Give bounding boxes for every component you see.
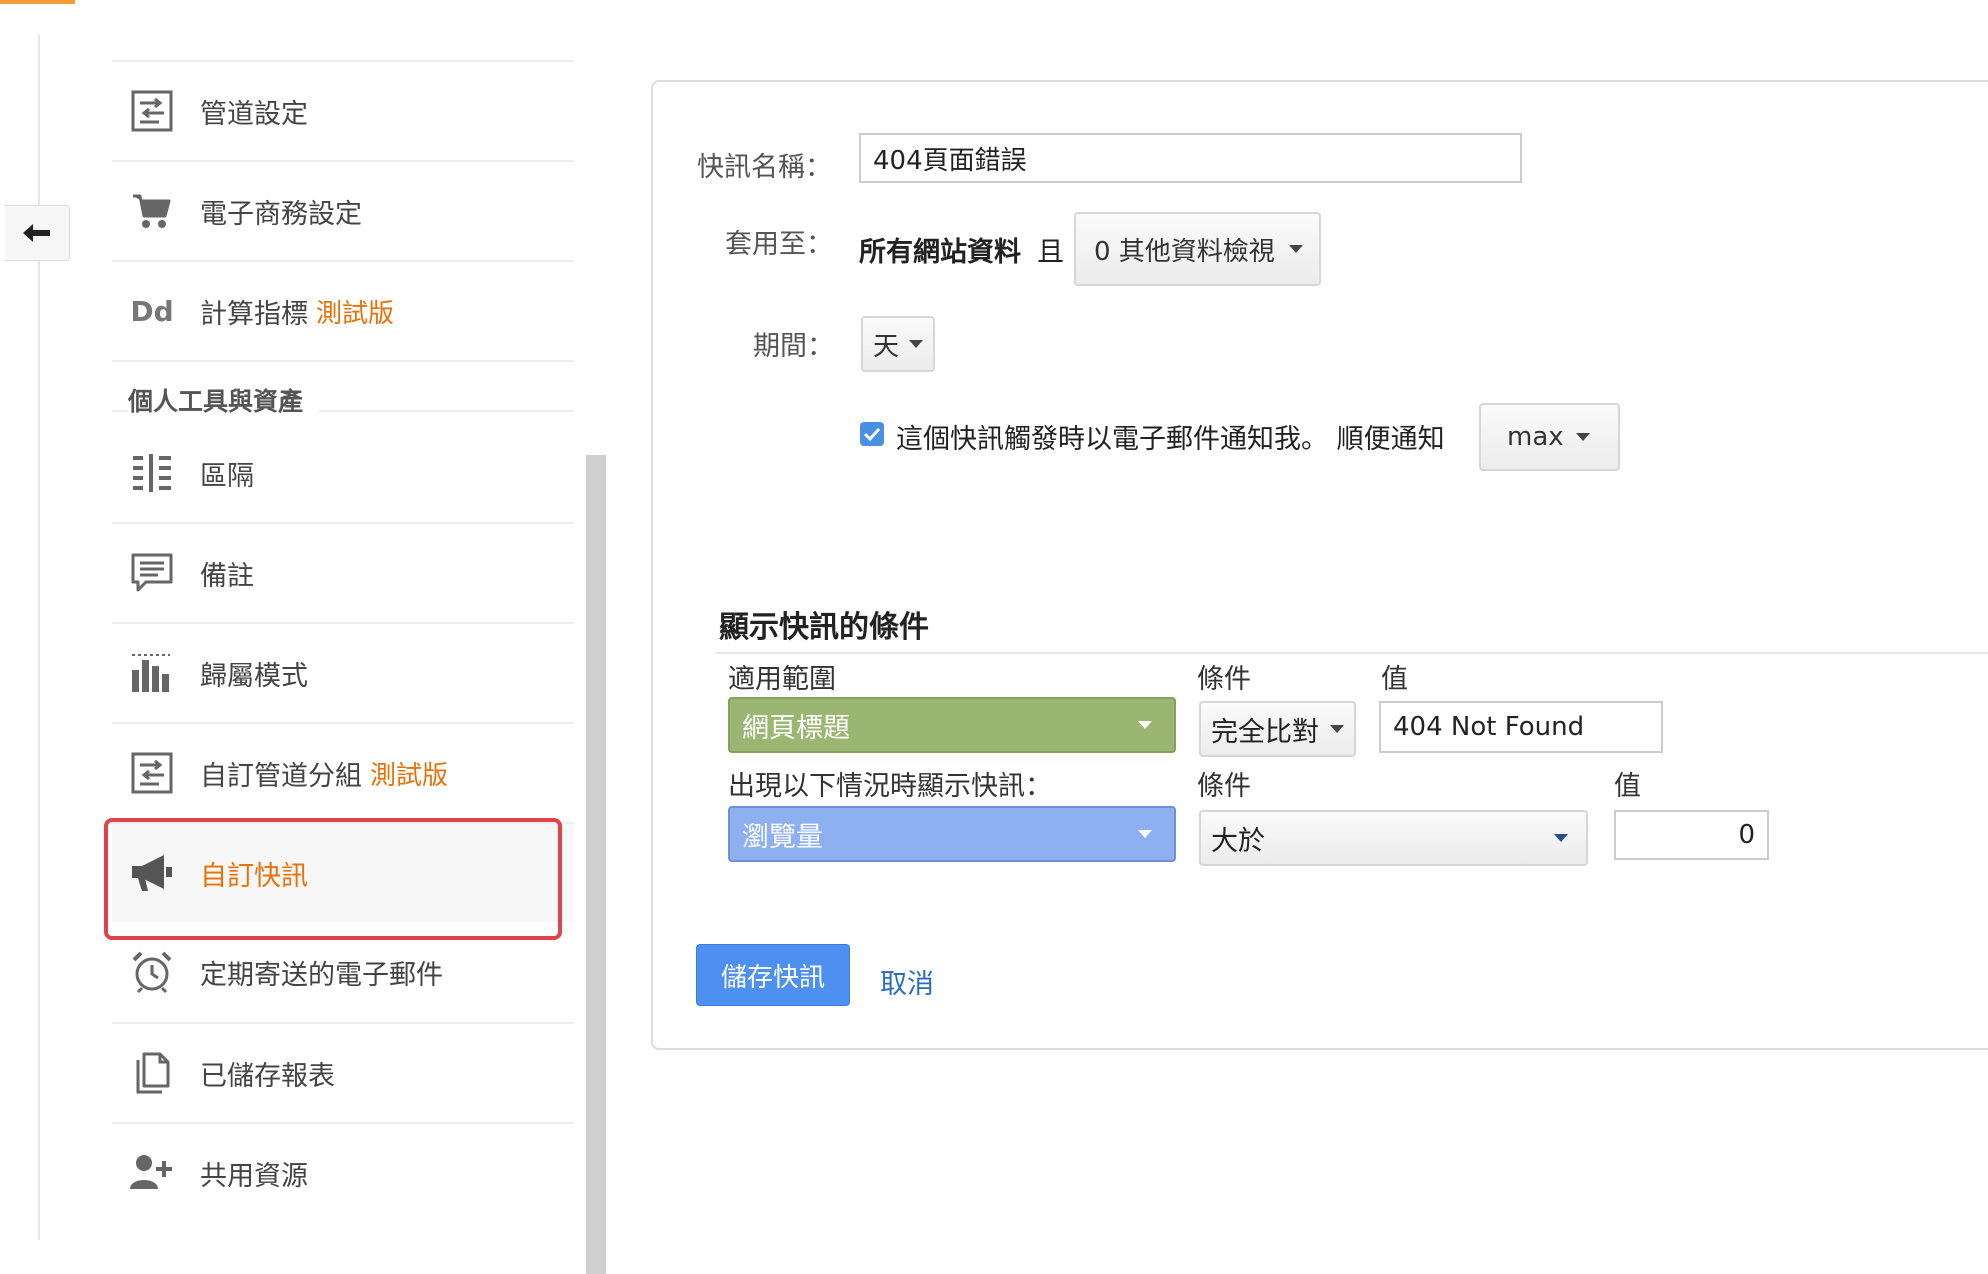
metric-select[interactable]: 瀏覽量: [728, 806, 1176, 862]
saved-reports-icon: [128, 1049, 176, 1097]
sidebar-item-calculated-metrics[interactable]: Dd 計算指標 測試版: [112, 260, 574, 360]
dimension-select[interactable]: 網頁標題: [728, 697, 1176, 753]
alert-name-input[interactable]: [859, 133, 1522, 183]
select-value: 瀏覽量: [742, 821, 823, 853]
sidebar-item-custom-channel-grouping[interactable]: 自訂管道分組 測試版: [112, 722, 574, 822]
condition-column-label: 條件: [1197, 664, 1251, 695]
period-select[interactable]: 天: [861, 316, 935, 372]
select-value: 天: [873, 331, 900, 362]
sidebar-item-ecommerce-settings[interactable]: 電子商務設定: [112, 160, 574, 260]
section-title: 個人工具與資產: [128, 382, 320, 418]
trigger-condition-column-label: 條件: [1197, 771, 1251, 802]
apply-to-conjunction: 且: [1037, 237, 1064, 268]
back-arrow-icon: [23, 224, 50, 242]
sidebar-item-label: 定期寄送的電子郵件: [200, 959, 443, 991]
select-value: 大於: [1211, 825, 1265, 857]
alert-name-label: 快訊名稱：: [697, 152, 832, 183]
scope-column-label: 適用範圍: [728, 664, 836, 695]
dimension-value-input[interactable]: [1379, 701, 1663, 753]
alarm-clock-icon: [128, 948, 176, 996]
sidebar-item-label: 電子商務設定: [200, 198, 362, 230]
sidebar-item-scheduled-emails[interactable]: 定期寄送的電子郵件: [112, 922, 574, 1022]
sidebar-item-label: 區隔: [200, 460, 254, 492]
apply-to-value: 所有網站資料: [859, 237, 1021, 268]
section-heading-personal: 個人工具與資產: [112, 360, 574, 424]
metric-value-input[interactable]: [1614, 810, 1769, 860]
channel-settings-icon: [128, 87, 176, 135]
sidebar-item-label: 自訂管道分組: [200, 760, 362, 792]
cart-icon: [128, 187, 176, 235]
sidebar-item-label: 備註: [200, 560, 254, 592]
sidebar-item-channel-settings[interactable]: 管道設定: [112, 60, 574, 160]
metric-condition-select[interactable]: 大於: [1199, 810, 1588, 866]
chevron-down-icon: [1576, 433, 1590, 441]
add-person-icon: [128, 1149, 176, 1197]
attribution-icon: [128, 649, 176, 697]
sidebar-item-annotations[interactable]: 備註: [112, 522, 574, 622]
email-notify-text: 這個快訊觸發時以電子郵件通知我。 順便通知: [896, 424, 1445, 455]
select-value: 網頁標題: [742, 712, 850, 744]
sidebar-scrollbar[interactable]: [586, 455, 606, 1274]
cancel-link[interactable]: 取消: [880, 962, 934, 1001]
chevron-down-icon: [1138, 830, 1152, 838]
dd-icon: Dd: [130, 294, 174, 328]
sidebar-item-saved-reports[interactable]: 已儲存報表: [112, 1022, 574, 1122]
save-alert-button[interactable]: 儲存快訊: [696, 944, 850, 1006]
other-views-select[interactable]: 0 其他資料檢視: [1074, 212, 1321, 286]
cc-select[interactable]: max: [1479, 403, 1620, 471]
period-label: 期間：: [753, 331, 834, 362]
sidebar-item-label: 共用資源: [200, 1160, 308, 1192]
trigger-value-column-label: 值: [1614, 771, 1641, 802]
sidebar-item-label: 已儲存報表: [200, 1060, 335, 1092]
back-button[interactable]: [5, 205, 70, 261]
select-value: max: [1507, 422, 1564, 452]
admin-sidebar: 管道設定 電子商務設定 Dd 計算指標 測試版 個人工具與資產 區隔 備註 歸屬…: [112, 60, 574, 1222]
checkmark-icon: [863, 427, 881, 442]
chevron-down-icon: [909, 340, 923, 348]
chevron-down-icon: [1330, 725, 1344, 733]
sidebar-item-label: 歸屬模式: [200, 660, 308, 692]
conditions-divider: [716, 652, 1988, 654]
email-notify-checkbox[interactable]: [860, 422, 884, 446]
trigger-label: 出現以下情況時顯示快訊：: [728, 771, 1052, 802]
sidebar-item-attribution-models[interactable]: 歸屬模式: [112, 622, 574, 722]
chevron-down-icon: [1289, 245, 1303, 253]
segments-icon: [128, 449, 176, 497]
sidebar-item-label: 計算指標: [200, 298, 308, 330]
dimension-condition-select[interactable]: 完全比對: [1199, 701, 1356, 757]
megaphone-icon: [128, 849, 176, 897]
sidebar-item-label: 管道設定: [200, 98, 308, 130]
top-accent-bar: [0, 0, 75, 4]
annotations-icon: [128, 549, 176, 597]
chevron-down-icon: [1138, 721, 1152, 729]
select-value: 完全比對: [1211, 716, 1319, 748]
chevron-down-icon: [1554, 834, 1568, 842]
conditions-title: 顯示快訊的條件: [719, 610, 929, 645]
sidebar-item-custom-alerts[interactable]: 自訂快訊: [112, 822, 574, 922]
sidebar-item-label: 自訂快訊: [200, 860, 308, 892]
apply-to-label: 套用至：: [725, 229, 833, 260]
sidebar-item-segments[interactable]: 區隔: [112, 424, 574, 522]
sidebar-item-share-assets[interactable]: 共用資源: [112, 1122, 574, 1222]
channel-grouping-icon: [128, 749, 176, 797]
beta-badge: 測試版: [316, 298, 395, 329]
value-column-label: 值: [1381, 664, 1408, 695]
select-value: 0 其他資料檢視: [1094, 236, 1275, 267]
beta-badge: 測試版: [370, 760, 449, 791]
